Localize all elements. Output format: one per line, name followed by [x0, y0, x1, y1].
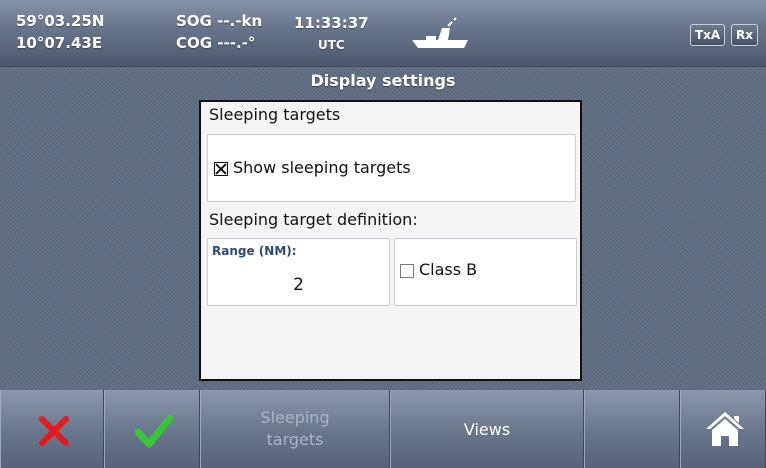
ship-icon: [412, 17, 468, 48]
class-b-option[interactable]: Class B: [394, 238, 577, 306]
main-area: Display settings Sleeping targets Show s…: [0, 67, 766, 390]
page-title: Display settings: [310, 71, 456, 90]
rx-indicator: Rx: [731, 24, 758, 46]
class-b-checkbox[interactable]: [400, 264, 414, 278]
bottom-toolbar: Sleeping targets Views: [0, 390, 766, 468]
speed-over-ground: SOG --.-kn: [176, 12, 263, 30]
range-value[interactable]: 2: [208, 275, 389, 295]
longitude: 10°07.43E: [16, 34, 103, 52]
range-label: Range (NM):: [212, 244, 297, 258]
settings-panel: Sleeping targets Show sleeping targets S…: [199, 100, 582, 381]
timezone: UTC: [318, 38, 345, 52]
green-check-icon: [135, 414, 173, 448]
latitude: 59°03.25N: [16, 12, 105, 30]
sleeping-targets-label-1: Sleeping: [260, 408, 330, 427]
range-field[interactable]: Range (NM): 2: [207, 238, 390, 306]
cancel-button[interactable]: [0, 390, 104, 468]
section-sleeping-targets: Sleeping targets: [209, 105, 341, 124]
home-button[interactable]: [680, 390, 766, 468]
show-sleeping-targets-checkbox[interactable]: [214, 162, 228, 176]
show-sleeping-targets-label: Show sleeping targets: [233, 158, 411, 177]
course-over-ground: COG ---.-°: [176, 34, 256, 52]
tx-indicator: TxA: [690, 24, 726, 46]
confirm-button[interactable]: [104, 390, 200, 468]
clock-time: 11:33:37: [294, 14, 369, 32]
views-label: Views: [463, 420, 511, 439]
views-button[interactable]: Views: [390, 390, 584, 468]
show-sleeping-targets-option[interactable]: Show sleeping targets: [207, 134, 576, 202]
section-sleeping-target-definition: Sleeping target definition:: [209, 210, 418, 229]
empty-toolbar-slot: [584, 390, 680, 468]
home-icon: [706, 412, 744, 446]
red-x-icon: [39, 416, 69, 446]
sleeping-targets-tab[interactable]: Sleeping targets: [200, 390, 390, 468]
class-b-label: Class B: [419, 260, 478, 279]
sleeping-targets-label-2: targets: [266, 430, 324, 449]
status-bar: 59°03.25N 10°07.43E SOG --.-kn COG ---.-…: [0, 0, 766, 67]
